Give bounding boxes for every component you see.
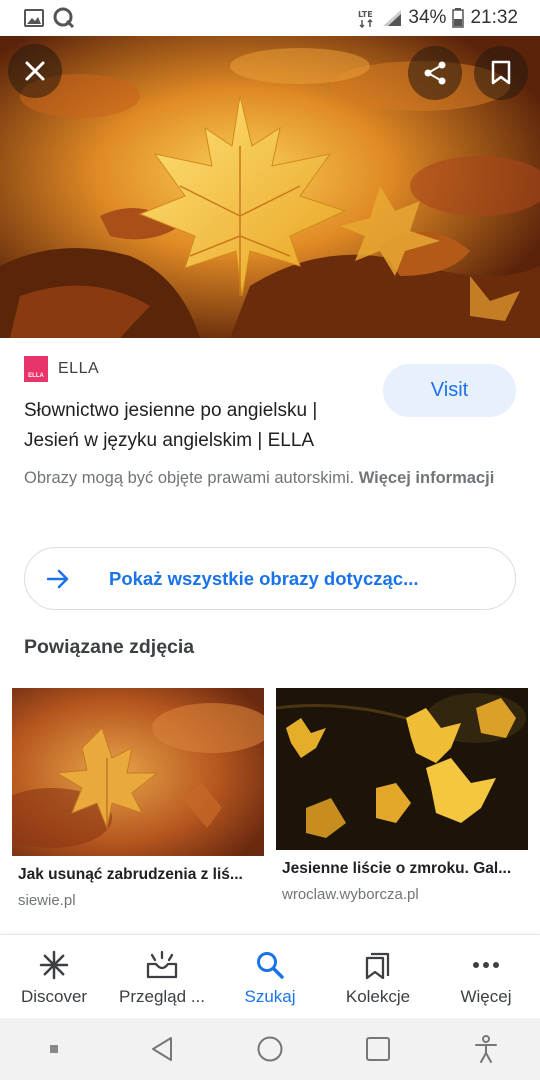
related-card[interactable]: Jak usunąć zabrudzenia z liś... siewie.p… bbox=[12, 688, 264, 909]
system-navigation-bar bbox=[0, 1018, 540, 1080]
search-icon bbox=[255, 949, 285, 981]
copyright-notice: Obrazy mogą być objęte prawami autorskim… bbox=[24, 464, 504, 492]
nav-search[interactable]: Szukaj bbox=[216, 935, 324, 1018]
source-logo-text: ELLA bbox=[28, 373, 44, 379]
nav-discover[interactable]: Discover bbox=[0, 935, 108, 1018]
nav-label: Kolekcje bbox=[345, 987, 411, 1006]
result-title[interactable]: Słownictwo jesienne po angielsku | Jesie… bbox=[24, 396, 374, 456]
source-name: ELLA bbox=[58, 360, 100, 377]
nav-label: Przegląd ... bbox=[119, 987, 205, 1006]
save-button[interactable] bbox=[474, 46, 528, 100]
source-logo: ELLA bbox=[24, 356, 48, 382]
q-notification-icon bbox=[52, 6, 76, 30]
more-info-link[interactable]: Więcej informacji bbox=[359, 469, 495, 487]
show-all-label: Pokaż wszystkie obrazy dotycząc... bbox=[109, 567, 419, 589]
share-button[interactable] bbox=[408, 46, 462, 100]
recent-dot-button[interactable] bbox=[24, 1024, 84, 1074]
collections-icon bbox=[364, 949, 392, 981]
back-button[interactable] bbox=[132, 1024, 192, 1074]
related-card-source: siewie.pl bbox=[18, 892, 76, 909]
gallery-notification-icon bbox=[24, 9, 44, 27]
related-card-title: Jak usunąć zabrudzenia z liś... bbox=[18, 866, 243, 883]
close-button[interactable] bbox=[8, 44, 62, 98]
recents-button[interactable] bbox=[348, 1024, 408, 1074]
home-icon bbox=[257, 1036, 283, 1062]
battery-percent: 34% bbox=[408, 7, 447, 28]
lte-icon: LTE bbox=[358, 8, 376, 28]
accessibility-icon bbox=[475, 1035, 497, 1063]
back-icon bbox=[152, 1037, 172, 1061]
related-image bbox=[276, 688, 528, 850]
close-icon bbox=[25, 61, 45, 81]
nav-label: Discover bbox=[20, 987, 88, 1006]
visit-button[interactable]: Visit bbox=[383, 364, 516, 417]
battery-icon bbox=[452, 8, 465, 28]
source-row[interactable]: ELLA ELLA bbox=[24, 356, 99, 382]
signal-icon bbox=[382, 9, 402, 27]
home-button[interactable] bbox=[240, 1024, 300, 1074]
asterisk-icon bbox=[39, 949, 69, 981]
clock: 21:32 bbox=[470, 7, 518, 28]
more-icon bbox=[471, 949, 501, 981]
related-card[interactable]: Jesienne liście o zmroku. Gal... wroclaw… bbox=[276, 688, 528, 903]
dot-icon bbox=[50, 1045, 58, 1053]
nav-collections[interactable]: Kolekcje bbox=[324, 935, 432, 1018]
related-heading: Powiązane zdjęcia bbox=[24, 636, 195, 658]
share-icon bbox=[424, 61, 446, 85]
nav-more[interactable]: Więcej bbox=[432, 935, 540, 1018]
hero-image[interactable] bbox=[0, 36, 540, 338]
nav-label: Więcej bbox=[460, 987, 512, 1006]
recents-icon bbox=[366, 1037, 390, 1061]
related-image bbox=[12, 688, 264, 856]
svg-text:LTE: LTE bbox=[358, 10, 373, 19]
show-all-images-button[interactable]: Pokaż wszystkie obrazy dotycząc... bbox=[24, 547, 516, 610]
bottom-navigation: Discover Przegląd ... Szukaj Kolekcje Wi… bbox=[0, 934, 540, 1018]
nav-updates[interactable]: Przegląd ... bbox=[108, 935, 216, 1018]
accessibility-button[interactable] bbox=[456, 1024, 516, 1074]
related-card-source: wroclaw.wyborcza.pl bbox=[282, 886, 419, 903]
nav-label: Szukaj bbox=[244, 987, 296, 1006]
status-bar: LTE 34% 21:32 bbox=[0, 0, 540, 36]
copyright-text: Obrazy mogą być objęte prawami autorskim… bbox=[24, 469, 359, 487]
bookmark-icon bbox=[491, 60, 511, 85]
arrow-right-icon bbox=[47, 567, 71, 591]
related-card-title: Jesienne liście o zmroku. Gal... bbox=[282, 860, 512, 877]
updates-icon bbox=[146, 949, 178, 981]
